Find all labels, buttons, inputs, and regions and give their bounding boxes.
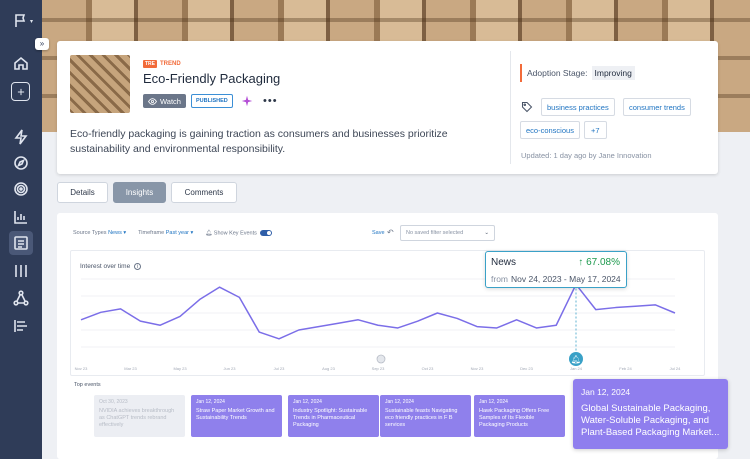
event-card[interactable]: Jan 12, 2024 Sustainable feasts Navigatin… [380,395,471,437]
status-badge: PUBLISHED [191,94,233,108]
tooltip-series: News [491,257,517,268]
align-icon[interactable] [11,316,31,336]
tooltip-change: ↑ 67.08% [578,257,620,268]
bar-chart-icon[interactable] [11,207,31,227]
trend-badge: TRE [143,60,157,68]
watch-label: Watch [160,96,181,106]
timeframe-filter[interactable]: Timeframe Past year ▾ [138,230,193,236]
more-tags-chip[interactable]: +7 [584,121,607,139]
source-type-label: Source Types [73,230,107,237]
trend-label: TREND [160,61,181,67]
saved-filter-select[interactable]: No saved filter selected ⌄ [400,225,495,241]
chevron-down-icon: ⌄ [484,230,489,236]
bell-icon: 🔔︎ [205,230,213,237]
event-title: Straw Paper Market Growth and Sustainabi… [196,408,275,421]
tab-details[interactable]: Details [57,182,108,203]
timeframe-label: Timeframe [138,230,165,237]
featured-event-date: Jan 12, 2024 [581,387,631,397]
sparkle-icon[interactable] [241,95,253,107]
divider [510,51,511,164]
target-icon[interactable] [11,179,31,199]
top-events-label: Top events [74,382,101,388]
event-card[interactable]: Jan 12, 2024 Straw Paper Market Growth an… [191,395,282,437]
adoption-label: Adoption Stage: [527,68,588,78]
x-tick-label: Jun 23 [223,366,236,371]
tag-chip[interactable]: eco-conscious [520,121,580,139]
event-card[interactable]: Jan 12, 2024 Hawk Packaging Offers Free S… [474,395,565,437]
x-tick-label: Aug 23 [322,366,335,371]
home-icon[interactable] [11,53,31,73]
x-tick-label: Nov 23 [471,366,484,371]
event-date: Jan 12, 2024 [196,399,225,405]
key-event-marker [376,354,386,364]
event-title: NVIDIA achieves breakthrough as ChatGPT … [99,408,175,428]
adoption-value: Improving [591,66,635,80]
compass-icon[interactable] [11,153,31,173]
toggle-switch[interactable] [260,230,273,236]
tab-insights[interactable]: Insights [113,182,166,203]
event-title: Sustainable feasts Navigating eco friend… [385,408,458,428]
x-tick-label: Oct 23 [422,366,435,371]
x-tick-label: Dec 23 [520,366,533,371]
eye-icon [148,97,157,105]
watch-button[interactable]: Watch [143,94,186,108]
network-icon[interactable] [11,288,31,308]
trend-type-tag: TRE TREND [143,60,181,68]
page-title: Eco-Friendly Packaging [143,71,281,86]
x-tick-label: Sep 23 [372,366,385,371]
x-tick-label: May 23 [173,366,187,371]
event-date: Jan 12, 2024 [479,399,508,405]
x-tick-label: Jan 24 [570,366,583,371]
source-type-filter[interactable]: Source Types News ▾ [73,230,126,236]
trend-thumbnail [70,55,130,113]
list-icon[interactable] [9,231,33,255]
saved-filter-placeholder: No saved filter selected [406,230,464,236]
x-tick-label: Mar 23 [124,366,137,371]
x-tick-label: Jul 23 [274,366,285,371]
tab-comments[interactable]: Comments [171,182,237,203]
event-title: Industry Spotlight: Sustainable Trends i… [293,408,368,428]
undo-icon[interactable]: ↶ [387,228,394,237]
columns-icon[interactable] [11,261,31,281]
trend-description: Eco-friendly packaging is gaining tracti… [70,128,448,155]
event-date: Jan 12, 2024 [385,399,414,405]
event-card[interactable]: Jan 12, 2024 Industry Spotlight: Sustaina… [288,395,379,437]
updated-info: Updated: 1 day ago by Jane Innovation [521,151,652,160]
tag-chip[interactable]: consumer trends [623,98,691,116]
bolt-icon[interactable] [11,127,31,147]
x-tick-label: Jul 24 [670,366,681,371]
trend-header-card: TRE TREND Eco-Friendly Packaging Watch P… [57,41,718,174]
filter-bar: Source Types News ▾ Timeframe Past year … [73,230,273,237]
x-tick-label: Nov 23 [75,366,88,371]
key-events-toggle[interactable]: 🔔︎ Show Key Events [205,230,273,237]
tooltip-range: from Nov 24, 2023 - May 17, 2024 [491,274,621,284]
plus-icon[interactable] [11,82,30,101]
tag-chip[interactable]: business practices [541,98,615,116]
collapse-sidebar-button[interactable]: » [35,38,49,50]
event-card[interactable]: Oct 30, 2023 NVIDIA achieves breakthrough… [94,395,185,437]
tag-icon [521,101,533,113]
series-line-news [80,283,676,340]
event-date: Jan 12, 2024 [293,399,322,405]
event-title: Hawk Packaging Offers Free Samples of It… [479,408,550,428]
bell-icon: 🔔︎ [571,354,581,364]
source-type-value: News [108,230,122,237]
adoption-stage: Adoption Stage: Improving [520,64,635,82]
key-events-label: Show Key Events [213,230,257,237]
more-options-icon[interactable]: ••• [263,96,278,107]
featured-event-card[interactable]: Jan 12, 2024 Global Sustainable Packagin… [573,379,728,449]
save-filter-button[interactable]: Save [372,230,385,236]
timeframe-value: Past year [165,230,189,237]
x-tick-label: Feb 24 [619,366,632,371]
chart-tooltip: News ↑ 67.08% from Nov 24, 2023 - May 17,… [485,251,627,288]
featured-event-title: Global Sustainable Packaging, Water-Solu… [581,403,720,438]
event-date: Oct 30, 2023 [99,399,128,405]
sidebar: ▾ [0,0,42,459]
flag-icon[interactable]: ▾ [10,11,36,31]
